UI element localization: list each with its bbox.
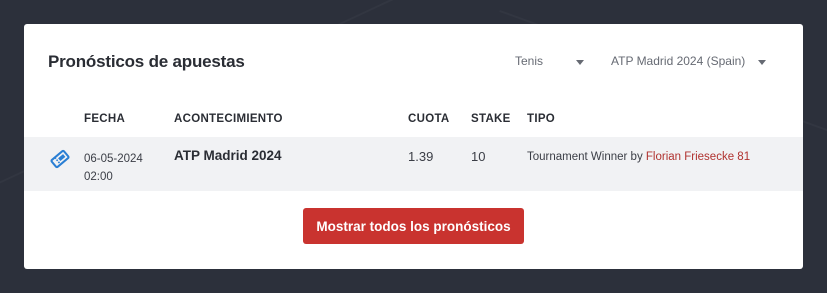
column-header-odds: CUOTA xyxy=(408,113,450,125)
table-row[interactable]: 06-05-2024 02:00 ATP Madrid 2024 1.39 10… xyxy=(24,137,803,191)
row-date: 06-05-2024 02:00 xyxy=(84,150,143,186)
sport-filter-value: Tenis xyxy=(515,54,544,68)
sport-filter-select[interactable]: Tenis xyxy=(515,54,584,68)
card-title: Pronósticos de apuestas xyxy=(48,52,245,71)
row-odds: 1.39 xyxy=(408,149,434,164)
show-all-predictions-button[interactable]: Mostrar todos los pronósticos xyxy=(303,208,524,244)
row-event: ATP Madrid 2024 xyxy=(174,148,282,163)
predictions-card: Pronósticos de apuestas Tenis ATP Madrid… xyxy=(24,24,803,269)
row-date-day: 06-05-2024 xyxy=(84,153,143,165)
column-header-date: FECHA xyxy=(84,113,126,125)
event-filter-select[interactable]: ATP Madrid 2024 (Spain) xyxy=(611,54,766,68)
row-date-time: 02:00 xyxy=(84,171,113,183)
row-type: Tournament Winner by Florian Friesecke 8… xyxy=(527,151,750,163)
card-header: Pronósticos de apuestas Tenis ATP Madrid… xyxy=(24,24,803,102)
tipster-link[interactable]: Florian Friesecke 81 xyxy=(646,151,750,163)
column-header-type: TIPO xyxy=(527,113,556,125)
row-type-label: Tournament Winner by xyxy=(527,151,643,163)
column-header-event: ACONTECIMIENTO xyxy=(174,113,283,125)
chevron-down-icon xyxy=(576,60,584,65)
ticket-icon xyxy=(50,149,70,169)
column-header-stake: STAKE xyxy=(471,113,511,125)
chevron-down-icon xyxy=(758,60,766,65)
row-stake: 10 xyxy=(471,149,486,164)
event-filter-value: ATP Madrid 2024 (Spain) xyxy=(611,54,746,68)
